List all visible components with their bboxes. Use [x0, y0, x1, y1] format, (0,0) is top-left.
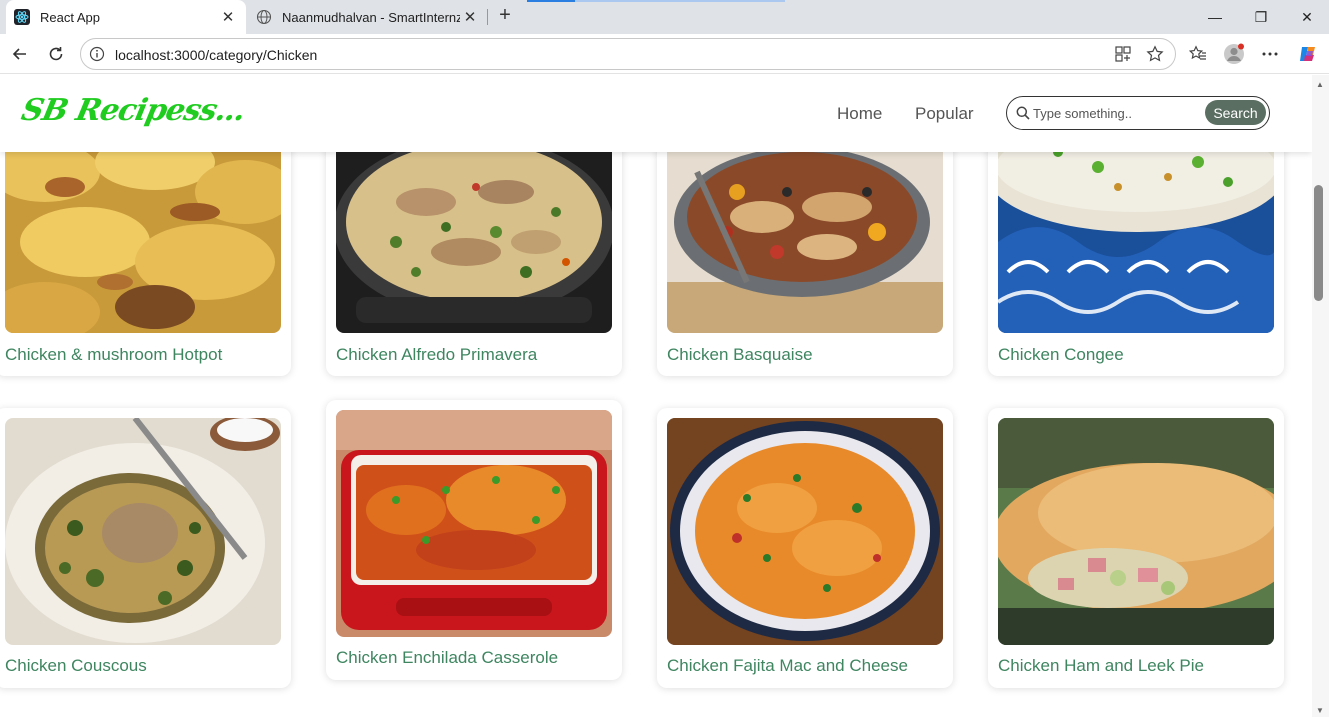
loading-indicator — [527, 0, 575, 2]
recipe-name[interactable]: Chicken Basquaise — [667, 345, 813, 365]
back-arrow-icon[interactable] — [8, 42, 32, 66]
copilot-icon[interactable] — [1296, 42, 1320, 66]
app-available-icon[interactable] — [1114, 45, 1132, 63]
recipe-card[interactable]: Chicken Basquaise — [657, 130, 953, 376]
browser-tabstrip: React App ✕ Naanmudhalvan - SmartInternz… — [0, 0, 1329, 34]
address-bar[interactable]: localhost:3000/category/Chicken — [80, 38, 1176, 70]
loading-indicator-track — [575, 0, 785, 2]
page-scrollbar[interactable] — [1312, 75, 1329, 717]
recipe-card[interactable]: Chicken Alfredo Primavera — [326, 130, 622, 376]
minimize-icon[interactable]: — — [1192, 0, 1238, 34]
recipe-name[interactable]: Chicken Congee — [998, 345, 1124, 365]
search-input[interactable] — [1033, 103, 1203, 123]
close-window-icon[interactable]: ✕ — [1284, 0, 1329, 34]
close-tab-icon[interactable]: ✕ — [218, 8, 238, 26]
tab-divider — [487, 9, 488, 25]
recipe-card[interactable]: Chicken Ham and Leek Pie — [988, 408, 1284, 688]
tab-title: React App — [40, 9, 100, 25]
recipe-card[interactable]: Chicken Couscous — [0, 408, 291, 688]
recipe-image — [667, 418, 943, 645]
restore-icon[interactable]: ❐ — [1238, 0, 1284, 34]
browser-toolbar: localhost:3000/category/Chicken — [0, 34, 1329, 74]
tab-title: Naanmudhalvan - SmartInternz — [282, 9, 460, 25]
recipe-name[interactable]: Chicken Couscous — [5, 656, 147, 676]
close-tab-icon[interactable]: ✕ — [460, 8, 480, 26]
more-options-icon[interactable] — [1258, 42, 1282, 66]
recipe-image — [5, 418, 281, 645]
favorites-icon[interactable] — [1186, 42, 1210, 66]
recipe-card[interactable]: Chicken Congee — [988, 130, 1284, 376]
new-tab-icon[interactable]: + — [494, 5, 516, 27]
search-icon — [1016, 106, 1030, 120]
recipe-image — [336, 410, 612, 637]
recipe-image — [998, 418, 1274, 645]
nav-popular-link[interactable]: Popular — [915, 104, 974, 124]
page-viewport: SB Recipess... Home Popular Search — [0, 75, 1312, 717]
recipe-card[interactable]: Chicken & mushroom Hotpot — [0, 130, 291, 376]
url-text: localhost:3000/category/Chicken — [115, 47, 318, 63]
react-favicon-icon — [14, 9, 30, 25]
recipe-image — [5, 132, 281, 333]
site-header: SB Recipess... Home Popular Search — [0, 75, 1312, 152]
globe-icon — [256, 9, 272, 25]
recipe-card[interactable]: Chicken Enchilada Casserole — [326, 400, 622, 680]
site-info-icon[interactable] — [89, 46, 105, 62]
tab-naanmudhalvan[interactable]: Naanmudhalvan - SmartInternz ✕ — [248, 0, 488, 34]
site-logo[interactable]: SB Recipess... — [18, 93, 248, 128]
recipe-name[interactable]: Chicken Enchilada Casserole — [336, 648, 558, 668]
scroll-up-arrow-icon[interactable]: ▲ — [1316, 80, 1324, 89]
recipe-image — [998, 132, 1274, 333]
tab-react-app[interactable]: React App ✕ — [6, 0, 246, 34]
recipe-card[interactable]: Chicken Fajita Mac and Cheese — [657, 408, 953, 688]
search-button[interactable]: Search — [1205, 100, 1266, 125]
scrollbar-thumb[interactable] — [1314, 185, 1323, 301]
favorite-star-icon[interactable] — [1146, 45, 1164, 63]
search-form: Search — [1006, 96, 1270, 130]
scroll-down-arrow-icon[interactable]: ▼ — [1316, 706, 1324, 715]
recipe-name[interactable]: Chicken Ham and Leek Pie — [998, 656, 1204, 676]
recipe-image — [336, 132, 612, 333]
profile-avatar-icon[interactable] — [1222, 42, 1246, 66]
nav-home-link[interactable]: Home — [837, 104, 882, 124]
reload-icon[interactable] — [44, 42, 68, 66]
recipe-image — [667, 132, 943, 333]
recipe-name[interactable]: Chicken Fajita Mac and Cheese — [667, 656, 908, 676]
recipe-name[interactable]: Chicken Alfredo Primavera — [336, 345, 537, 365]
recipe-name[interactable]: Chicken & mushroom Hotpot — [5, 345, 222, 365]
